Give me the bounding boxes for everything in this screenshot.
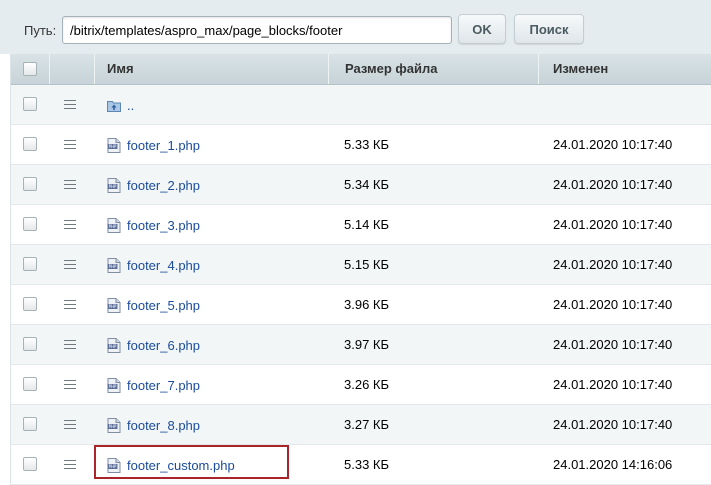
file-size: 5.33 КБ xyxy=(344,457,390,472)
file-modified: 24.01.2020 10:17:40 xyxy=(553,257,673,272)
file-modified: 24.01.2020 14:16:06 xyxy=(553,457,673,472)
file-modified: 24.01.2020 10:17:40 xyxy=(553,217,673,232)
row-checkbox[interactable] xyxy=(23,217,37,231)
table-row[interactable]: PHP footer_3.php 5.14 КБ 24.01.2020 10:17:4… xyxy=(11,205,711,245)
row-menu-icon[interactable] xyxy=(64,140,76,149)
table-row[interactable]: PHP footer_2.php 5.34 КБ 24.01.2020 10:17:4… xyxy=(11,165,711,205)
php-file-icon: PHP xyxy=(107,418,121,433)
path-label: Путь: xyxy=(24,23,57,38)
file-name-link[interactable]: footer_4.php xyxy=(127,258,200,273)
row-menu-icon[interactable] xyxy=(64,100,76,109)
row-checkbox[interactable] xyxy=(23,297,37,311)
table-row[interactable]: PHP footer_5.php 3.96 КБ 24.01.2020 10:17:4… xyxy=(11,285,711,325)
file-name-link[interactable]: footer_7.php xyxy=(127,378,200,393)
svg-text:PHP: PHP xyxy=(109,384,117,389)
row-menu-icon[interactable] xyxy=(64,460,76,469)
row-menu-icon[interactable] xyxy=(64,340,76,349)
file-name-link[interactable]: .. xyxy=(127,98,134,113)
column-header-name[interactable]: Имя xyxy=(95,54,329,84)
row-checkbox[interactable] xyxy=(23,377,37,391)
header-actions-cell xyxy=(50,54,95,84)
row-menu-icon[interactable] xyxy=(64,380,76,389)
svg-text:PHP: PHP xyxy=(109,424,117,429)
file-size: 3.27 КБ xyxy=(344,417,390,432)
svg-text:PHP: PHP xyxy=(109,264,117,269)
php-file-icon: PHP xyxy=(107,178,121,193)
file-modified: 24.01.2020 10:17:40 xyxy=(553,297,673,312)
file-size: 5.14 КБ xyxy=(344,217,390,232)
table-row[interactable]: PHP footer_8.php 3.27 КБ 24.01.2020 10:17:4… xyxy=(11,405,711,445)
file-name-link[interactable]: footer_6.php xyxy=(127,338,200,353)
row-menu-icon[interactable] xyxy=(64,220,76,229)
row-checkbox[interactable] xyxy=(23,97,37,111)
file-modified: 24.01.2020 10:17:40 xyxy=(553,417,673,432)
svg-text:PHP: PHP xyxy=(109,144,117,149)
file-size: 3.97 КБ xyxy=(344,337,390,352)
row-checkbox[interactable] xyxy=(23,257,37,271)
file-name-link[interactable]: footer_3.php xyxy=(127,218,200,233)
php-file-icon: PHP xyxy=(107,338,121,353)
row-checkbox[interactable] xyxy=(23,137,37,151)
header-select-all-cell xyxy=(11,54,50,84)
column-header-size[interactable]: Размер файла xyxy=(329,54,539,84)
svg-text:PHP: PHP xyxy=(109,224,117,229)
svg-text:PHP: PHP xyxy=(109,184,117,189)
table-header: Имя Размер файла Изменен xyxy=(11,54,711,85)
file-name-link[interactable]: footer_2.php xyxy=(127,178,200,193)
select-all-checkbox[interactable] xyxy=(23,62,37,76)
path-bar: Путь: OK Поиск xyxy=(0,0,711,54)
php-file-icon: PHP xyxy=(107,258,121,273)
file-size: 3.26 КБ xyxy=(344,377,390,392)
php-file-icon: PHP xyxy=(107,378,121,393)
row-checkbox[interactable] xyxy=(23,337,37,351)
file-size: 5.34 КБ xyxy=(344,177,390,192)
column-header-modified[interactable]: Изменен xyxy=(539,54,711,84)
table-row[interactable]: PHP footer_7.php 3.26 КБ 24.01.2020 10:17:4… xyxy=(11,365,711,405)
file-name-link[interactable]: footer_1.php xyxy=(127,138,200,153)
table-row[interactable]: .. xyxy=(11,85,711,125)
row-menu-icon[interactable] xyxy=(64,180,76,189)
file-modified: 24.01.2020 10:17:40 xyxy=(553,137,673,152)
file-size: 3.96 КБ xyxy=(344,297,390,312)
file-name-link[interactable]: footer_8.php xyxy=(127,418,200,433)
row-menu-icon[interactable] xyxy=(64,260,76,269)
file-size: 5.15 КБ xyxy=(344,257,390,272)
php-file-icon: PHP xyxy=(107,138,121,153)
php-file-icon: PHP xyxy=(107,298,121,313)
row-menu-icon[interactable] xyxy=(64,300,76,309)
file-modified: 24.01.2020 10:17:40 xyxy=(553,337,673,352)
row-checkbox[interactable] xyxy=(23,417,37,431)
file-name-link[interactable]: footer_5.php xyxy=(127,298,200,313)
path-input[interactable] xyxy=(62,16,452,44)
highlight-box xyxy=(94,445,289,479)
row-checkbox[interactable] xyxy=(23,457,37,471)
table-row[interactable]: PHP footer_1.php 5.33 КБ 24.01.2020 10:17:4… xyxy=(11,125,711,165)
file-size: 5.33 КБ xyxy=(344,137,390,152)
file-table: Имя Размер файла Изменен .. PHP footer_1.p… xyxy=(10,54,711,485)
folder-up-icon xyxy=(107,98,121,113)
row-checkbox[interactable] xyxy=(23,177,37,191)
ok-button[interactable]: OK xyxy=(458,14,506,44)
file-modified: 24.01.2020 10:17:40 xyxy=(553,177,673,192)
table-row[interactable]: PHP footer_4.php 5.15 КБ 24.01.2020 10:17:4… xyxy=(11,245,711,285)
file-modified: 24.01.2020 10:17:40 xyxy=(553,377,673,392)
svg-text:PHP: PHP xyxy=(109,344,117,349)
php-file-icon: PHP xyxy=(107,218,121,233)
row-menu-icon[interactable] xyxy=(64,420,76,429)
svg-text:PHP: PHP xyxy=(109,304,117,309)
table-row[interactable]: PHP footer_6.php 3.97 КБ 24.01.2020 10:17:4… xyxy=(11,325,711,365)
search-button[interactable]: Поиск xyxy=(514,14,584,44)
